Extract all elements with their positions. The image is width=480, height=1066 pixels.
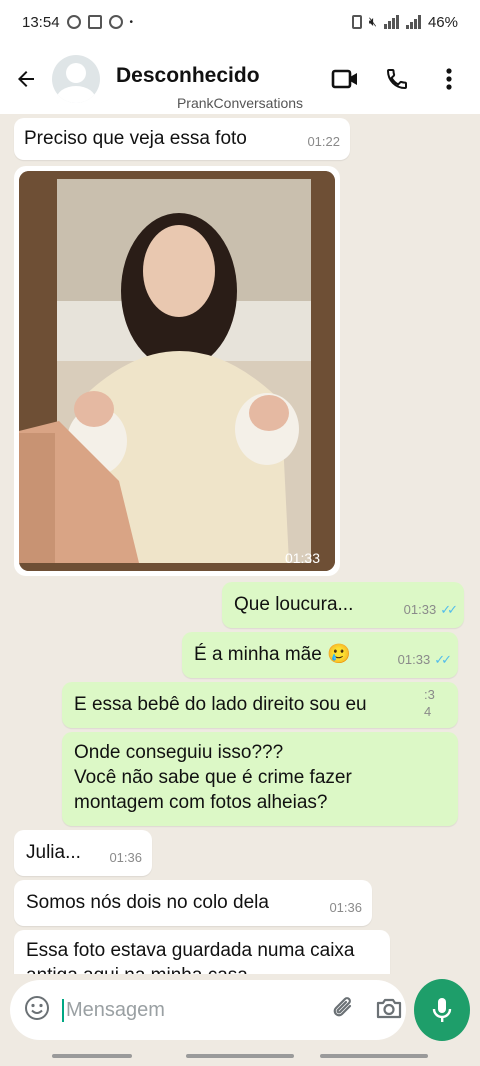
whatsapp-status-icon	[66, 15, 81, 29]
video-call-icon[interactable]	[330, 64, 360, 94]
message-time: 01:22	[307, 134, 340, 149]
mic-icon	[432, 998, 452, 1022]
message-time: 01:36	[109, 850, 142, 865]
message-text: Julia...	[26, 842, 81, 863]
message-incoming[interactable]: Essa foto estava guardada numa caixa ant…	[14, 930, 390, 974]
status-time: 13:54	[22, 13, 60, 31]
message-text: Onde conseguiu isso???	[74, 742, 284, 763]
message-time: :3 4	[424, 687, 435, 719]
message-text: montagem com fotos alheias?	[74, 792, 328, 813]
message-input[interactable]	[62, 998, 331, 1022]
message-incoming[interactable]: Julia... 01:36	[14, 830, 152, 876]
system-nav-bar	[0, 1046, 480, 1066]
message-text: Que loucura...	[234, 594, 354, 615]
contact-name[interactable]: Desconhecido	[116, 64, 330, 88]
message-meta: 01:33 ✓✓	[403, 597, 458, 622]
back-arrow-icon[interactable]	[10, 63, 42, 95]
message-outgoing[interactable]: E essa bebê do lado direito sou eu :3 4	[62, 682, 458, 728]
status-bar: 13:54 • 🔇︎ 46%	[0, 0, 480, 44]
emoji-icon[interactable]	[24, 995, 50, 1026]
nav-back[interactable]	[320, 1054, 428, 1058]
photo-image[interactable]	[19, 171, 335, 571]
app-status-icon	[108, 15, 123, 29]
message-time: 01:33	[403, 602, 437, 617]
camera-icon[interactable]	[375, 996, 403, 1025]
message-time: 01:33	[397, 652, 431, 667]
attach-icon[interactable]	[331, 995, 357, 1026]
message-text: antiga aqui na minha casa	[26, 963, 354, 974]
message-outgoing[interactable]: Que loucura... 01:33 ✓✓	[222, 582, 464, 628]
message-outgoing[interactable]: Onde conseguiu isso??? Você não sabe que…	[62, 732, 458, 826]
signal-icon	[405, 15, 421, 29]
message-text: Você não sabe que é crime fazer	[74, 767, 352, 788]
nav-recent[interactable]	[52, 1054, 132, 1058]
watermark: PrankConversations	[176, 95, 304, 111]
phone-icon[interactable]	[382, 64, 412, 94]
message-incoming[interactable]: Somos nós dois no colo dela 01:36	[14, 880, 372, 926]
message-photo[interactable]: 01:33	[14, 166, 340, 576]
mic-button[interactable]	[414, 979, 470, 1041]
read-ticks-icon: ✓✓	[440, 602, 458, 617]
message-text: E essa bebê do lado direito sou eu	[74, 694, 367, 715]
gallery-status-icon	[87, 15, 102, 29]
message-outgoing[interactable]: É a minha mãe 🥲 01:33 ✓✓	[182, 632, 458, 678]
message-text: Somos nós dois no colo dela	[26, 892, 269, 913]
message-incoming[interactable]: Preciso que veja essa foto 01:22	[14, 118, 350, 160]
battery-percent: 46%	[427, 13, 458, 31]
composer	[0, 974, 480, 1046]
message-meta: 01:33 ✓✓	[397, 647, 452, 672]
mute-icon: 🔇︎	[368, 14, 377, 29]
message-input-container[interactable]	[10, 980, 406, 1040]
wifi-icon	[383, 15, 399, 29]
battery-saver-icon	[351, 15, 362, 29]
dot-status-icon: •	[129, 16, 134, 28]
message-time: 01:36	[329, 900, 362, 915]
message-list[interactable]: Preciso que veja essa foto 01:22 01:33 Q…	[0, 114, 480, 974]
message-text: Essa foto estava guardada numa caixa	[26, 940, 355, 961]
message-text: É a minha mãe 🥲	[194, 644, 351, 665]
more-vert-icon[interactable]	[434, 64, 464, 94]
nav-home[interactable]	[186, 1054, 294, 1058]
message-text: Preciso que veja essa foto	[24, 128, 247, 149]
read-ticks-icon: ✓✓	[434, 652, 452, 667]
message-time: 01:33	[284, 550, 320, 566]
